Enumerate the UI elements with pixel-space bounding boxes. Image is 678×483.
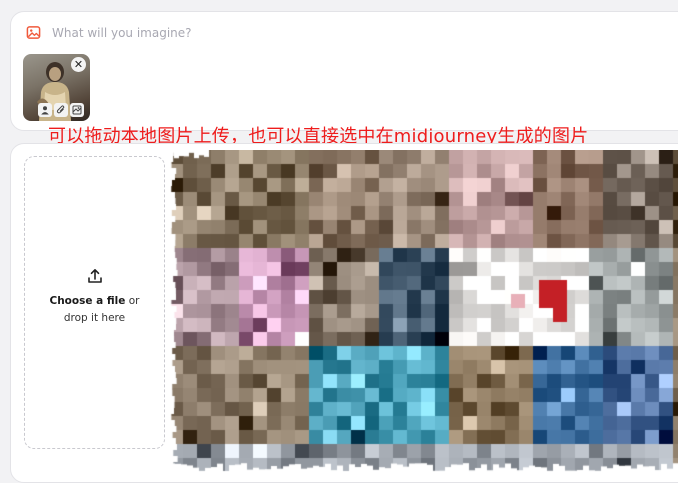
style-reference-icon[interactable]	[70, 103, 84, 117]
image-icon[interactable]	[26, 25, 41, 40]
choose-file-text[interactable]: Choose a file	[50, 295, 126, 307]
drop-it-here-text: drop it here	[63, 311, 126, 324]
person-icon[interactable]	[38, 103, 52, 117]
dropzone-instructions: Choose a file or drop it here	[50, 293, 140, 327]
remove-image-button[interactable]: ✕	[71, 57, 86, 72]
file-dropzone[interactable]: Choose a file or drop it here	[24, 156, 165, 449]
paperclip-icon[interactable]	[54, 103, 68, 117]
thumbnail-actions	[38, 103, 84, 117]
pixelated-image-grid[interactable]	[169, 150, 678, 473]
dropzone-or-text: or	[125, 294, 140, 307]
prompt-panel: ✕	[10, 11, 678, 131]
upload-icon	[87, 268, 102, 283]
prompt-input[interactable]	[52, 22, 612, 44]
generated-images-gallery[interactable]	[169, 150, 678, 473]
uploaded-image-thumbnail[interactable]: ✕	[23, 54, 90, 121]
